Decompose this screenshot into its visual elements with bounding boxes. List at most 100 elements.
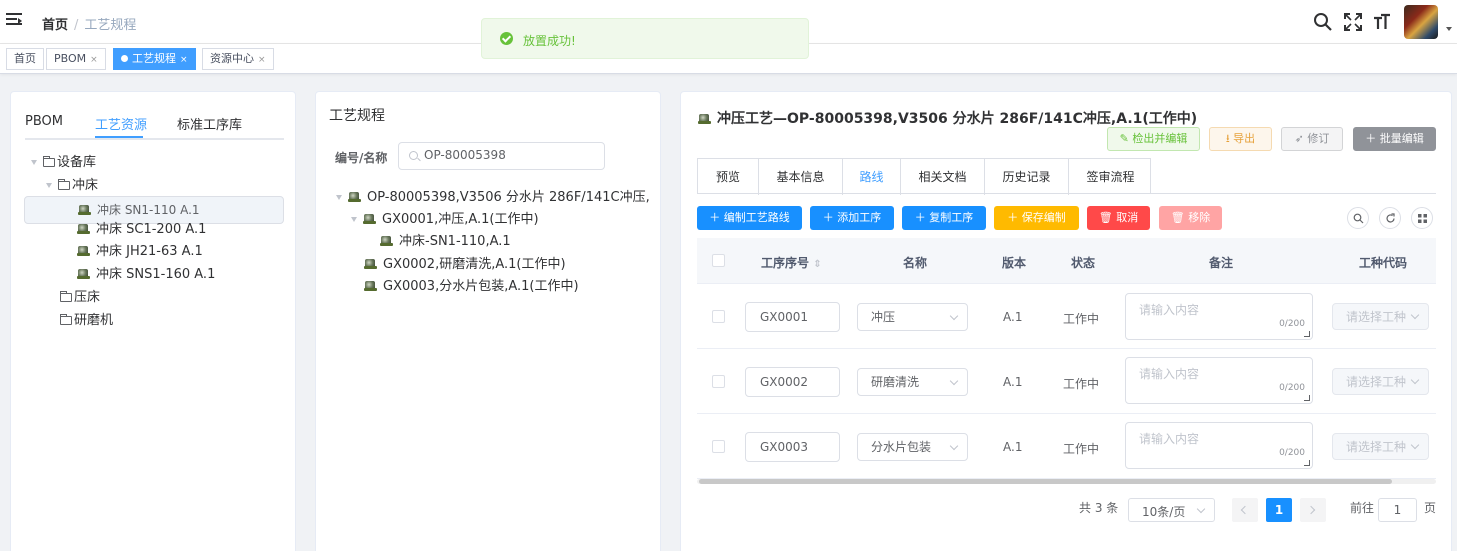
- tree-label: GX0002,研磨清洗,A.1(工作中): [383, 257, 566, 272]
- tag-process-spec[interactable]: 工艺规程 ×: [113, 48, 196, 70]
- tree-node-resource[interactable]: 冲床-SN1-110,A.1: [380, 231, 511, 253]
- seq-input[interactable]: GX0002: [745, 367, 840, 397]
- caret-down-icon[interactable]: [336, 195, 342, 200]
- tab-basic-info[interactable]: 基本信息: [759, 159, 843, 195]
- note-textarea[interactable]: 请输入内容 0/200: [1125, 422, 1313, 469]
- name-select[interactable]: 分水片包装: [857, 433, 968, 461]
- menu-toggle-icon[interactable]: [6, 13, 22, 29]
- copy-process-button[interactable]: ＋ 复制工序: [902, 206, 986, 230]
- tree-node-equipment-library[interactable]: 设备库: [31, 152, 96, 174]
- tag-home[interactable]: 首页: [6, 48, 44, 70]
- tree-node-press[interactable]: 压床: [60, 287, 100, 309]
- caret-down-icon[interactable]: [1446, 27, 1452, 31]
- revise-button[interactable]: ➶ 修订: [1281, 127, 1343, 151]
- tab-related-docs[interactable]: 相关文档: [901, 159, 985, 195]
- refresh-button[interactable]: [1379, 207, 1401, 229]
- chevron-down-icon: [1410, 310, 1420, 320]
- table-row: GX0003 分水片包装 A.1 工作中 请输入内容 0/200 请选择工种: [697, 414, 1436, 479]
- export-button[interactable]: ⭳ 导出: [1209, 127, 1272, 151]
- tab-preview[interactable]: 预览: [698, 159, 759, 195]
- tree-node-machine[interactable]: 冲床 SNS1-160 A.1: [77, 264, 215, 286]
- search-input[interactable]: [424, 148, 599, 162]
- folder-icon: [60, 314, 72, 325]
- name-select[interactable]: 研磨清洗: [857, 368, 968, 396]
- edit-route-button[interactable]: ＋ 编制工艺路线: [697, 206, 802, 230]
- note-textarea[interactable]: 请输入内容 0/200: [1125, 357, 1313, 404]
- scrollbar-thumb[interactable]: [699, 479, 1392, 484]
- tree-label: 冲床 SN1-110 A.1: [97, 203, 200, 217]
- version-text: A.1: [1003, 440, 1023, 454]
- work-type-select[interactable]: 请选择工种: [1332, 368, 1429, 395]
- seq-input[interactable]: GX0001: [745, 302, 840, 332]
- chevron-right-icon: [1306, 505, 1316, 515]
- page-size-select[interactable]: 10条/页: [1128, 498, 1215, 522]
- tag-label: 资源中心: [210, 52, 254, 65]
- caret-down-icon[interactable]: [351, 217, 357, 222]
- goto-page-input[interactable]: 1: [1378, 498, 1417, 522]
- batch-edit-button[interactable]: ＋ 批量编辑: [1353, 127, 1436, 151]
- tab-approval-flow[interactable]: 签审流程: [1069, 159, 1152, 195]
- close-icon[interactable]: ×: [90, 55, 98, 65]
- tree-node-gx0001[interactable]: GX0001,冲压,A.1(工作中): [351, 209, 539, 231]
- tab-history[interactable]: 历史记录: [985, 159, 1069, 195]
- name-select[interactable]: 冲压: [857, 303, 968, 331]
- chevron-down-icon: [949, 441, 959, 451]
- add-process-button[interactable]: ＋ 添加工序: [810, 206, 894, 230]
- process-step-icon: [364, 280, 377, 292]
- caret-down-icon[interactable]: [46, 183, 52, 188]
- checkout-edit-button[interactable]: ✎ 检出并编辑: [1107, 127, 1200, 151]
- sort-icon[interactable]: ⇕: [813, 259, 821, 270]
- fullscreen-icon[interactable]: [1343, 12, 1363, 32]
- resource-tabs: PBOM 工艺资源 标准工序库: [25, 112, 284, 140]
- tree-node-grinder[interactable]: 研磨机: [60, 310, 113, 332]
- search-toggle-button[interactable]: [1347, 207, 1369, 229]
- tag-pbom[interactable]: PBOM ×: [46, 48, 106, 70]
- tree-node-punch-press[interactable]: 冲床: [46, 175, 98, 197]
- tab-process-resources[interactable]: 工艺资源: [95, 114, 147, 133]
- status-text: 工作中: [1063, 442, 1100, 456]
- tab-route[interactable]: 路线: [843, 159, 901, 195]
- next-page-button[interactable]: [1300, 498, 1326, 522]
- tree-node-gx0002[interactable]: GX0002,研磨清洗,A.1(工作中): [364, 254, 566, 276]
- machine-icon: [77, 268, 90, 280]
- columns-button[interactable]: [1411, 207, 1433, 229]
- page-number-current[interactable]: 1: [1266, 498, 1292, 522]
- tab-standard-process-library[interactable]: 标准工序库: [177, 114, 242, 133]
- tree-node-gx0003[interactable]: GX0003,分水片包装,A.1(工作中): [364, 276, 579, 298]
- process-spec-panel: 工艺规程 编号/名称 OP-80005398,V3506 分水片 286F/14…: [315, 91, 661, 551]
- row-checkbox[interactable]: [712, 310, 725, 323]
- remove-button[interactable]: 🗑 移除: [1159, 206, 1222, 230]
- work-type-select[interactable]: 请选择工种: [1332, 303, 1429, 330]
- horizontal-scrollbar[interactable]: [697, 479, 1436, 484]
- user-avatar[interactable]: [1404, 5, 1438, 39]
- column-header-seq[interactable]: 工序序号 ⇕: [761, 254, 822, 271]
- resize-handle-icon[interactable]: [1304, 331, 1310, 337]
- tree-node-machine[interactable]: 冲床 JH21-63 A.1: [77, 241, 203, 263]
- save-button[interactable]: ＋ 保存编制: [994, 206, 1079, 230]
- search-icon: [1353, 213, 1364, 224]
- select-all-checkbox[interactable]: [712, 254, 725, 267]
- note-textarea[interactable]: 请输入内容 0/200: [1125, 293, 1313, 340]
- work-type-select[interactable]: 请选择工种: [1332, 433, 1429, 460]
- row-checkbox[interactable]: [712, 375, 725, 388]
- tree-node-op[interactable]: OP-80005398,V3506 分水片 286F/141C冲压,: [336, 187, 656, 209]
- resize-handle-icon[interactable]: [1304, 460, 1310, 466]
- search-icon[interactable]: [1313, 12, 1333, 32]
- tag-resource-center[interactable]: 资源中心 ×: [202, 48, 274, 70]
- refresh-icon: [1386, 213, 1395, 223]
- seq-input[interactable]: GX0003: [745, 432, 840, 462]
- breadcrumb-home[interactable]: 首页: [42, 18, 68, 33]
- font-size-icon[interactable]: [1372, 12, 1392, 32]
- cancel-button[interactable]: 🗑 取消: [1087, 206, 1150, 230]
- resize-handle-icon[interactable]: [1304, 395, 1310, 401]
- row-checkbox[interactable]: [712, 440, 725, 453]
- search-field[interactable]: [398, 142, 605, 170]
- close-icon[interactable]: ×: [180, 55, 188, 65]
- caret-down-icon[interactable]: [31, 160, 37, 165]
- success-toast: 放置成功!: [481, 18, 809, 59]
- tab-pbom[interactable]: PBOM: [25, 114, 63, 129]
- prev-page-button[interactable]: [1232, 498, 1258, 522]
- tree-node-machine[interactable]: 冲床 SC1-200 A.1: [77, 219, 206, 241]
- close-icon[interactable]: ×: [258, 55, 266, 65]
- button-label: 检出并编辑: [1132, 132, 1188, 145]
